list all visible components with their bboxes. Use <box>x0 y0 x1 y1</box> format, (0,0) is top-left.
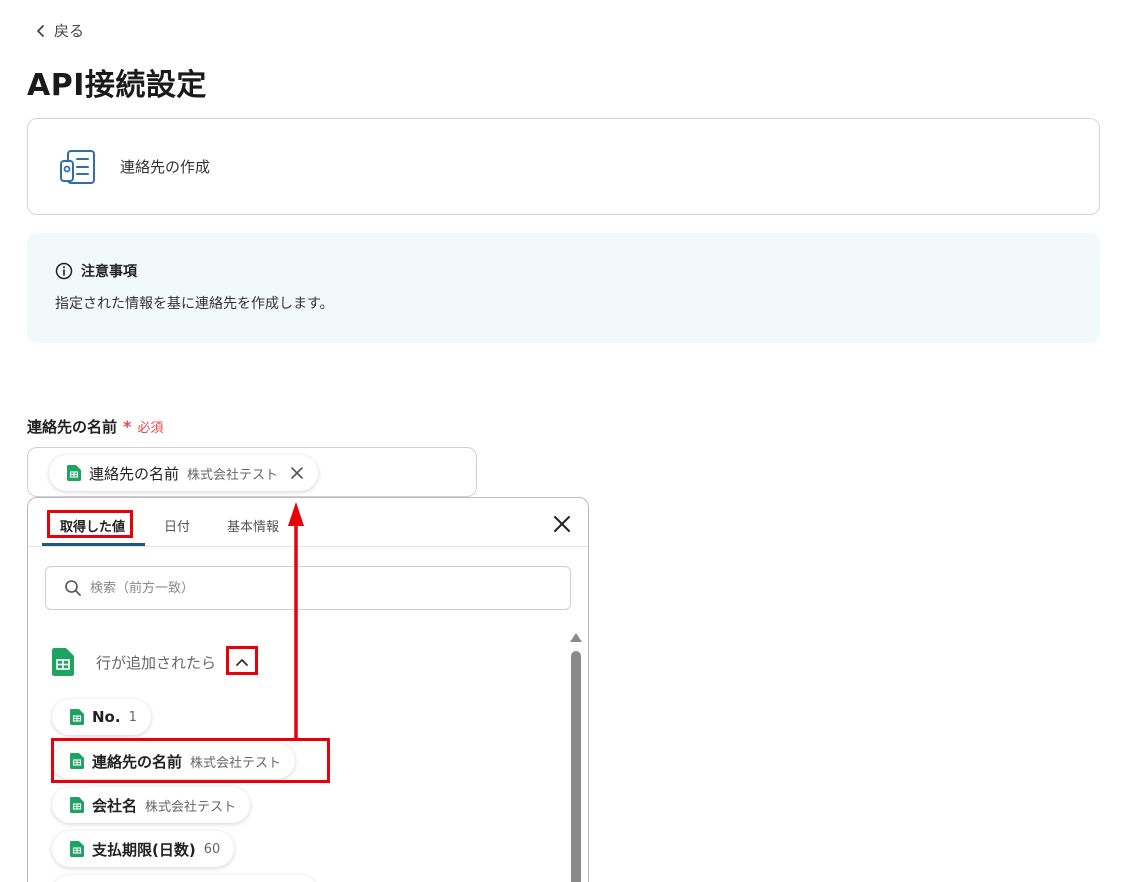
field-label: 連絡先の名前 * 必須 <box>27 416 163 437</box>
item-name: 連絡先の名前 <box>92 752 183 771</box>
item-value: 1 <box>128 709 137 725</box>
list-item[interactable]: No. 1 <box>52 699 151 735</box>
search-icon <box>65 580 81 596</box>
google-sheets-icon <box>70 797 84 813</box>
contact-card-icon <box>60 149 95 184</box>
notice-box: 注意事項 指定された情報を基に連絡先を作成します。 <box>27 233 1100 343</box>
info-icon <box>55 262 73 280</box>
value-picker-panel: 取得した値 日付 基本情報 行が追加されたら No. 1 連絡先の名前 株式会社… <box>27 497 589 882</box>
required-star: * <box>123 417 132 436</box>
tab-basic-info[interactable]: 基本情報 <box>227 516 279 535</box>
list-item[interactable]: 連絡先の名前 株式会社テスト <box>52 743 296 779</box>
scrollbar[interactable] <box>570 633 582 882</box>
item-name: 支払期限(日数) <box>92 840 196 859</box>
google-sheets-icon <box>70 841 84 857</box>
group-title: 行が追加されたら <box>96 653 217 672</box>
item-value: 株式会社テスト <box>145 799 237 815</box>
remove-chip-icon[interactable] <box>290 466 304 480</box>
chevron-up-icon <box>236 658 248 666</box>
list-item[interactable]: 支払期限(日数) 60 <box>52 831 235 867</box>
notice-title: 注意事項 <box>81 264 137 280</box>
google-sheets-icon <box>52 648 74 676</box>
close-icon[interactable] <box>552 514 572 534</box>
scroll-up-arrow[interactable] <box>570 633 582 642</box>
trigger-group-header: 行が追加されたら <box>52 648 216 676</box>
google-sheets-icon <box>70 753 84 769</box>
notice-body: 指定された情報を基に連絡先を作成します。 <box>55 296 334 312</box>
selected-value-chip[interactable]: 連絡先の名前 株式会社テスト <box>49 455 319 491</box>
tab-date[interactable]: 日付 <box>164 516 190 535</box>
collapse-group-button[interactable] <box>226 647 258 676</box>
item-value: 株式会社テスト <box>190 755 282 771</box>
google-sheets-icon <box>67 465 81 481</box>
item-name: No. <box>92 708 121 726</box>
list-item[interactable]: 会社名 株式会社テスト <box>52 787 251 823</box>
search-box[interactable] <box>45 566 571 610</box>
list-item[interactable] <box>52 875 318 882</box>
action-label: 連絡先の作成 <box>120 158 211 176</box>
chevron-left-icon <box>37 24 44 37</box>
field-label-text: 連絡先の名前 <box>27 418 118 436</box>
back-label: 戻る <box>54 22 85 40</box>
active-tab-indicator <box>42 543 145 546</box>
chip-name: 連絡先の名前 <box>89 464 180 483</box>
action-card: 連絡先の作成 <box>27 118 1100 215</box>
back-link[interactable]: 戻る <box>34 20 84 41</box>
tab-acquired-values[interactable]: 取得した値 <box>60 516 125 535</box>
page-title: API接続設定 <box>27 68 207 103</box>
search-input[interactable] <box>90 580 490 596</box>
scrollbar-thumb[interactable] <box>571 651 581 882</box>
contact-name-field[interactable]: 連絡先の名前 株式会社テスト <box>27 447 477 497</box>
required-label: 必須 <box>137 421 164 436</box>
item-value: 60 <box>203 841 221 857</box>
item-name: 会社名 <box>92 796 138 815</box>
google-sheets-icon <box>70 709 84 725</box>
picker-tabs: 取得した値 日付 基本情報 <box>28 498 588 547</box>
chip-value: 株式会社テスト <box>187 467 279 483</box>
